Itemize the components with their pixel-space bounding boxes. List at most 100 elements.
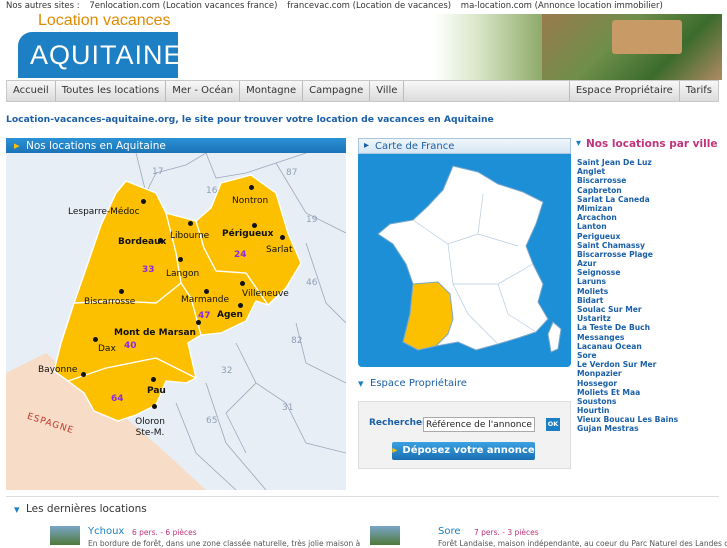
ville-link[interactable]: Azur: [577, 259, 717, 268]
site-logo[interactable]: AQUITAINE: [18, 32, 182, 78]
city-mont-de-marsan[interactable]: Mont de Marsan: [114, 328, 196, 338]
nav-tarifs[interactable]: Tarifs: [680, 81, 718, 101]
nav-accueil[interactable]: Accueil: [7, 81, 56, 101]
nav-toutes-locations[interactable]: Toutes les locations: [56, 81, 167, 101]
city-dot: [178, 257, 183, 262]
city-pau[interactable]: Pau: [147, 386, 166, 396]
city-langon[interactable]: Langon: [166, 269, 199, 279]
ville-link[interactable]: Capbreton: [577, 186, 717, 195]
city-dot: [280, 235, 285, 240]
listing-thumbnail[interactable]: [370, 526, 400, 545]
city-libourne[interactable]: Libourne: [170, 231, 209, 241]
ville-link[interactable]: Bidart: [577, 296, 717, 305]
city-agen[interactable]: Agen: [217, 310, 243, 320]
neighbor-dept-17: 17: [152, 167, 164, 177]
ville-link[interactable]: Moliets: [577, 287, 717, 296]
city-bayonne[interactable]: Bayonne: [38, 365, 77, 375]
listing-name[interactable]: Sore: [438, 526, 461, 537]
ville-link[interactable]: Ustaritz: [577, 314, 717, 323]
city-villeneuve[interactable]: Villeneuve: [242, 289, 289, 299]
city-marmande[interactable]: Marmande: [181, 295, 229, 305]
ville-link[interactable]: Lacanau Ocean: [577, 342, 717, 351]
other-site-link[interactable]: francevac.com (Location de vacances): [287, 1, 451, 11]
nav-campagne[interactable]: Campagne: [303, 81, 371, 101]
city-dax[interactable]: Dax: [98, 344, 116, 354]
nav-spacer: [404, 81, 570, 101]
city-perigueux[interactable]: Périgueux: [222, 229, 273, 239]
city-dot: [152, 404, 157, 409]
ville-link[interactable]: Soulac Sur Mer: [577, 305, 717, 314]
post-listing-button[interactable]: Déposez votre annonce: [392, 442, 535, 460]
aquitaine-map-shapes: [6, 153, 346, 490]
city-dot: [81, 372, 86, 377]
other-site-link[interactable]: ma-location.com (Annonce location immobi…: [461, 1, 663, 11]
dept-number-33: 33: [142, 265, 155, 275]
nav-ville[interactable]: Ville: [370, 81, 405, 101]
ville-link[interactable]: Perigueux: [577, 232, 717, 241]
city-dot: [188, 221, 193, 226]
listing-card[interactable]: Ychoux 6 pers. - 6 pièces En bordure de …: [50, 526, 360, 548]
city-nontron[interactable]: Nontron: [232, 196, 268, 206]
listing-name[interactable]: Ychoux: [88, 526, 124, 537]
neighbor-dept-32: 32: [221, 366, 233, 376]
logo-subtitle: Location vacances: [38, 12, 171, 29]
listing-thumbnail[interactable]: [50, 526, 80, 545]
ville-link[interactable]: Sarlat La Caneda: [577, 195, 717, 204]
city-biscarrosse[interactable]: Biscarrosse: [84, 297, 135, 307]
owner-section-title: Espace Propriétaire: [358, 377, 467, 390]
ville-link[interactable]: Arcachon: [577, 213, 717, 222]
city-bordeaux[interactable]: Bordeaux: [118, 237, 166, 247]
divider: [6, 496, 719, 497]
ville-link[interactable]: Mimizan: [577, 204, 717, 213]
city-sarlat[interactable]: Sarlat: [266, 245, 292, 255]
city-oloron[interactable]: Oloron Ste-M.: [130, 417, 170, 439]
site-header: Location vacances AQUITAINE: [14, 12, 722, 80]
listing-card[interactable]: Sore 7 pers. - 3 pièces Forêt Landaise, …: [370, 526, 727, 548]
ville-link[interactable]: Hourtin: [577, 406, 717, 415]
ville-link[interactable]: Laruns: [577, 277, 717, 286]
search-label: Rechercher: [369, 418, 427, 428]
ville-link[interactable]: Sore: [577, 351, 717, 360]
ville-link[interactable]: Hossegor: [577, 379, 717, 388]
neighbor-dept-87: 87: [286, 168, 298, 178]
reference-search-input[interactable]: [423, 417, 535, 432]
ville-link[interactable]: La Teste De Buch: [577, 323, 717, 332]
ville-link[interactable]: Lanton: [577, 222, 717, 231]
ville-link[interactable]: Biscarrosse Plage: [577, 250, 717, 259]
villes-list: Saint Jean De Luz Anglet Biscarrosse Capbre…: [577, 158, 717, 434]
ville-link[interactable]: Biscarrosse: [577, 176, 717, 185]
owner-box: Rechercher OK Déposez votre annonce: [358, 401, 571, 469]
ville-link[interactable]: Saint Chamassy: [577, 241, 717, 250]
ville-link[interactable]: Moliets Et Maa: [577, 388, 717, 397]
villes-title: Nos locations par ville: [576, 138, 717, 150]
france-map-shapes: [377, 165, 562, 353]
france-map[interactable]: [358, 154, 571, 367]
city-dot: [238, 303, 243, 308]
header-banner-fade: [434, 14, 542, 80]
ville-link[interactable]: Anglet: [577, 167, 717, 176]
dept-number-64: 64: [111, 394, 124, 404]
other-site-link[interactable]: 7enlocation.com (Location vacances franc…: [89, 1, 277, 11]
nav-espace-proprietaire[interactable]: Espace Propriétaire: [570, 81, 680, 101]
city-dot: [119, 289, 124, 294]
city-dot: [240, 281, 245, 286]
ville-link[interactable]: Monpazier: [577, 369, 717, 378]
ville-link[interactable]: Soustons: [577, 397, 717, 406]
city-lesparre-medoc[interactable]: Lesparre-Médoc: [68, 207, 140, 217]
ville-link[interactable]: Gujan Mestras: [577, 424, 717, 433]
other-sites-label: Nos autres sites :: [6, 1, 80, 11]
search-ok-button[interactable]: OK: [546, 418, 560, 431]
ville-link[interactable]: Messanges: [577, 333, 717, 342]
ville-link[interactable]: Saint Jean De Luz: [577, 158, 717, 167]
listing-meta: 7 pers. - 3 pièces: [474, 528, 539, 537]
neighbor-dept-31: 31: [282, 403, 294, 413]
ville-link[interactable]: Vieux Boucau Les Bains: [577, 415, 717, 424]
ville-link[interactable]: Seignosse: [577, 268, 717, 277]
listing-description: En bordure de forêt, dans une zone class…: [88, 539, 361, 548]
ville-link[interactable]: Le Verdon Sur Mer: [577, 360, 717, 369]
aquitaine-map[interactable]: 17 87 16 19 46 82 32 31 65 Nontron Lespa…: [6, 153, 346, 490]
city-dot: [141, 199, 146, 204]
nav-montagne[interactable]: Montagne: [240, 81, 304, 101]
city-dot: [204, 289, 209, 294]
nav-mer-ocean[interactable]: Mer - Océan: [166, 81, 241, 101]
